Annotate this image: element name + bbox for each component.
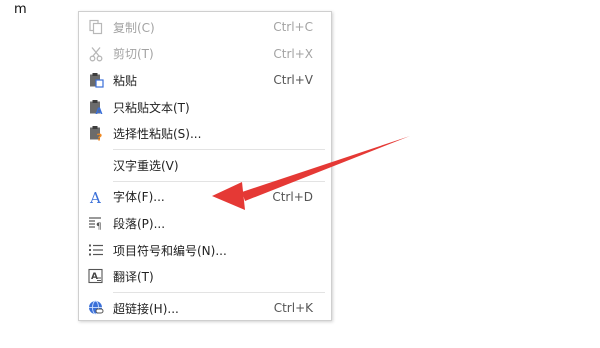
menu-item-font[interactable]: A 字体(F)... Ctrl+D [79,184,331,211]
menu-item-label: 字体(F)... [113,190,165,205]
paragraph-icon: ¶ [87,214,105,232]
menu-separator [113,180,325,182]
menu-item-shortcut: Ctrl+D [272,189,313,204]
font-icon: A [87,188,105,206]
menu-item-translate[interactable]: A 翻译(T) [79,263,331,290]
menu-item-label: 复制(C) [113,20,155,35]
menu-item-paste[interactable]: 粘贴 Ctrl+V [79,67,331,94]
menu-item-cut[interactable]: 剪切(T) Ctrl+X [79,41,331,68]
scissors-icon [87,45,105,63]
paste-special-icon: ? [87,124,105,142]
svg-text:A: A [96,107,103,115]
paste-text-icon: A [87,98,105,116]
menu-item-label: 翻译(T) [113,270,154,285]
menu-item-paste-special[interactable]: ? 选择性粘贴(S)... [79,120,331,147]
hyperlink-icon [87,299,105,317]
menu-item-bullets-numbering[interactable]: 项目符号和编号(N)... [79,237,331,264]
menu-item-label: 选择性粘贴(S)... [113,127,202,142]
menu-item-hyperlink[interactable]: 超链接(H)... Ctrl+K [79,295,331,322]
menu-item-label: 段落(P)... [113,216,166,231]
svg-text:¶: ¶ [96,222,102,231]
copy-icon [87,18,105,36]
context-menu: 复制(C) Ctrl+C 剪切(T) Ctrl+X 粘贴 Ctrl+V A 只粘… [78,11,332,321]
document-text[interactable]: m [14,2,27,17]
clipboard-icon [87,71,105,89]
bullets-icon [87,241,105,259]
menu-item-shortcut: Ctrl+K [273,301,313,316]
menu-item-shortcut: Ctrl+X [273,46,313,61]
menu-item-label: 粘贴 [113,73,138,88]
menu-item-reselect-chinese[interactable]: 汉字重选(V) [79,152,331,179]
menu-separator [113,291,325,293]
menu-item-shortcut: Ctrl+C [273,20,313,35]
menu-item-label: 剪切(T) [113,47,154,62]
menu-item-shortcut: Ctrl+V [273,73,313,88]
translate-icon: A [87,267,105,285]
menu-item-label: 项目符号和编号(N)... [113,243,227,258]
svg-text:A: A [91,272,98,282]
menu-item-label: 只粘贴文本(T) [113,100,190,115]
menu-item-paragraph[interactable]: ¶ 段落(P)... [79,210,331,237]
menu-item-label: 超链接(H)... [113,301,179,316]
menu-separator [113,148,325,150]
menu-item-copy[interactable]: 复制(C) Ctrl+C [79,14,331,41]
menu-item-label: 汉字重选(V) [113,158,179,173]
svg-text:?: ? [97,133,103,142]
svg-text:A: A [89,189,101,205]
menu-item-paste-text-only[interactable]: A 只粘贴文本(T) [79,94,331,121]
